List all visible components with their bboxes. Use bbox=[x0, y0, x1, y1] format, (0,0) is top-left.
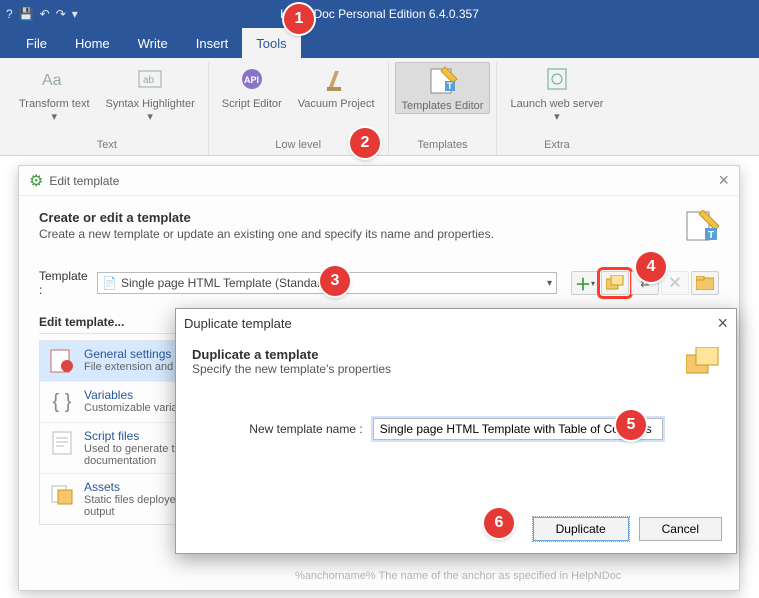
templates-editor-button[interactable]: T Templates Editor bbox=[395, 62, 491, 114]
html-doc-icon: 📄 bbox=[102, 276, 117, 290]
close-icon[interactable]: × bbox=[718, 170, 729, 191]
script-file-icon bbox=[48, 429, 76, 457]
ribbon-group-label: Text bbox=[97, 137, 117, 155]
save-icon[interactable]: 💾 bbox=[19, 7, 34, 21]
dialog-sub: Specify the new template's properties bbox=[192, 362, 720, 376]
open-folder-button[interactable] bbox=[691, 271, 719, 295]
tab-file[interactable]: File bbox=[12, 28, 61, 58]
transform-text-label: Transform text bbox=[19, 98, 90, 111]
templates-editor-label: Templates Editor bbox=[402, 100, 484, 113]
dialog-title: Edit template bbox=[49, 174, 119, 188]
svg-text:T: T bbox=[708, 230, 714, 241]
title-bar: ? 💾 ↶ ↷ ▾ HelpNDoc Personal Edition 6.4.… bbox=[0, 0, 759, 28]
dialog-sub: Create a new template or update an exist… bbox=[39, 227, 719, 241]
chevron-down-icon: ▾ bbox=[51, 111, 57, 124]
svg-text:ab: ab bbox=[143, 75, 155, 86]
script-editor-label: Script Editor bbox=[222, 98, 282, 111]
badge-3: 3 bbox=[320, 266, 350, 296]
add-template-button[interactable]: ＋▾ bbox=[571, 271, 599, 295]
svg-text:T: T bbox=[447, 81, 453, 91]
gear-icon: ⚙ bbox=[29, 171, 43, 191]
template-row: Template : 📄 Single page HTML Template (… bbox=[39, 269, 719, 297]
ribbon-group-extra: Launch web server ▾ Extra bbox=[497, 62, 616, 155]
placeholder-hint-text: %anchorname% The name of the anchor as s… bbox=[295, 570, 621, 582]
dialog-header: Duplicate template × bbox=[176, 309, 736, 337]
name-label: New template name : bbox=[249, 422, 362, 436]
dialog-heading: Duplicate a template bbox=[192, 347, 720, 362]
duplicate-button[interactable]: Duplicate bbox=[533, 517, 629, 541]
delete-template-button: ✕ bbox=[661, 271, 689, 295]
duplicate-template-button[interactable] bbox=[601, 271, 629, 295]
duplicate-folder-icon bbox=[686, 347, 720, 380]
tab-insert[interactable]: Insert bbox=[182, 28, 243, 58]
badge-2: 2 bbox=[350, 128, 380, 158]
vacuum-project-label: Vacuum Project bbox=[298, 98, 375, 111]
svg-text:Aa: Aa bbox=[42, 72, 62, 89]
tab-write[interactable]: Write bbox=[124, 28, 182, 58]
close-icon[interactable]: × bbox=[717, 313, 728, 334]
qat-dropdown-icon[interactable]: ▾ bbox=[72, 7, 78, 21]
assets-icon bbox=[48, 480, 76, 508]
chevron-down-icon: ▾ bbox=[554, 111, 560, 124]
help-icon[interactable]: ? bbox=[6, 7, 13, 21]
name-form: New template name : bbox=[176, 418, 736, 440]
braces-icon: { } bbox=[48, 388, 76, 416]
settings-list-icon bbox=[48, 347, 76, 375]
badge-1: 1 bbox=[284, 4, 314, 34]
chevron-down-icon: ▾ bbox=[147, 111, 153, 124]
ribbon-group-templates: T Templates Editor Templates bbox=[389, 62, 498, 155]
dialog-header: ⚙ Edit template × bbox=[19, 166, 739, 196]
dialog-buttons: Duplicate Cancel bbox=[533, 517, 722, 541]
duplicate-template-dialog: Duplicate template × Duplicate a templat… bbox=[175, 308, 737, 554]
undo-icon[interactable]: ↶ bbox=[40, 7, 50, 21]
ribbon-group-label: Extra bbox=[544, 137, 570, 155]
ribbon-group-label: Low level bbox=[275, 137, 321, 155]
syntax-highlighter-button[interactable]: ab Syntax Highlighter ▾ bbox=[99, 62, 202, 124]
ribbon-tabs: File Home Write Insert Tools bbox=[0, 28, 759, 58]
tab-home[interactable]: Home bbox=[61, 28, 124, 58]
dialog-title: Duplicate template bbox=[184, 316, 292, 331]
badge-6: 6 bbox=[484, 508, 514, 538]
svg-text:API: API bbox=[244, 75, 259, 85]
launch-web-server-label: Launch web server bbox=[510, 98, 603, 111]
script-editor-button[interactable]: API Script Editor bbox=[215, 62, 289, 112]
launch-web-server-button[interactable]: Launch web server ▾ bbox=[503, 62, 610, 124]
cancel-button[interactable]: Cancel bbox=[639, 517, 722, 541]
quick-access-toolbar: ? 💾 ↶ ↷ ▾ bbox=[0, 7, 84, 21]
template-label: Template : bbox=[39, 269, 89, 297]
vacuum-project-button[interactable]: Vacuum Project bbox=[291, 62, 382, 112]
edit-template-heading: Edit template... bbox=[39, 315, 189, 334]
chevron-down-icon: ▾ bbox=[547, 278, 552, 289]
transform-text-button[interactable]: Aa Transform text ▾ bbox=[12, 62, 97, 124]
ribbon-group-label: Templates bbox=[417, 137, 467, 155]
template-edit-icon: T bbox=[685, 210, 719, 249]
badge-5: 5 bbox=[616, 410, 646, 440]
redo-icon[interactable]: ↷ bbox=[56, 7, 66, 21]
ribbon-group-text: Aa Transform text ▾ ab Syntax Highlighte… bbox=[6, 62, 209, 155]
dialog-heading: Create or edit a template bbox=[39, 210, 719, 225]
syntax-highlighter-label: Syntax Highlighter bbox=[106, 98, 195, 111]
badge-4: 4 bbox=[636, 252, 666, 282]
